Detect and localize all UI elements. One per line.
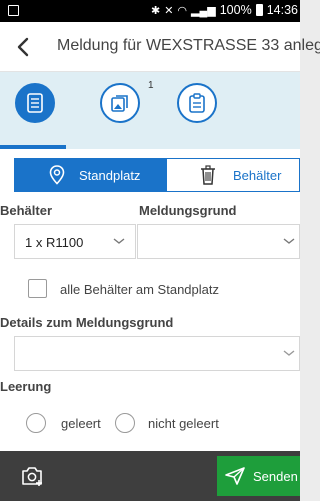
- app-bar: Meldung für WEXSTRASSE 33 anleg.: [0, 22, 320, 72]
- behaelter-select-value: 1 x R1100: [25, 235, 84, 250]
- form-content: Standplatz Behälter Behälter Meldungsgru…: [0, 149, 300, 451]
- leerung-label: Leerung: [0, 379, 52, 394]
- bluetooth-icon: ✱: [150, 4, 161, 17]
- alle-behaelter-checkbox[interactable]: [28, 279, 47, 298]
- send-button-label: Senden: [253, 469, 298, 484]
- tab-checklist[interactable]: [177, 83, 217, 123]
- segment-behaelter-label: Behälter: [233, 168, 282, 183]
- details-select[interactable]: [14, 336, 300, 371]
- behaelter-label: Behälter: [0, 203, 53, 218]
- wifi-icon: ◠: [177, 4, 188, 17]
- radio-geleert-label: geleert: [61, 416, 101, 431]
- chevron-down-icon: [113, 238, 125, 244]
- back-arrow-icon[interactable]: [12, 35, 36, 59]
- screenshot-notification-icon: [8, 5, 19, 16]
- radio-geleert[interactable]: [26, 413, 46, 433]
- send-button[interactable]: Senden: [217, 456, 300, 496]
- meldungsgrund-label: Meldungsgrund: [139, 203, 237, 218]
- signal-icon: ▂▄▆: [191, 4, 216, 17]
- photo-copy-icon: [111, 95, 128, 112]
- segment-standplatz[interactable]: Standplatz: [15, 159, 167, 191]
- tab-band: 1: [0, 72, 300, 149]
- clipboard-icon: [189, 93, 205, 113]
- bottom-bar: Senden: [0, 451, 300, 501]
- battery-icon: [255, 4, 263, 16]
- send-icon: [225, 467, 245, 485]
- segmented-control: Standplatz Behälter: [14, 158, 300, 192]
- segment-behaelter[interactable]: Behälter: [167, 159, 301, 191]
- chevron-down-icon: [283, 350, 295, 356]
- battery-percent: 100%: [219, 3, 252, 17]
- alle-behaelter-label: alle Behälter am Standplatz: [60, 282, 219, 297]
- photo-count-badge: 1: [148, 80, 154, 91]
- mute-icon: ✕: [164, 4, 174, 17]
- radio-nicht-geleert-label: nicht geleert: [148, 416, 219, 431]
- behaelter-select[interactable]: 1 x R1100: [14, 224, 136, 259]
- chevron-down-icon: [283, 238, 295, 244]
- tab-details[interactable]: [15, 83, 55, 123]
- clock: 14:36: [266, 3, 298, 17]
- tab-photos[interactable]: [100, 83, 140, 123]
- meldungsgrund-select[interactable]: [137, 224, 300, 259]
- details-label: Details zum Meldungsgrund: [0, 315, 174, 330]
- location-pin-icon: [49, 165, 65, 185]
- page-title: Meldung für WEXSTRASSE 33 anleg.: [57, 37, 320, 54]
- list-icon: [27, 93, 43, 113]
- status-bar: ✱ ✕ ◠ ▂▄▆ 100% 14:36: [0, 0, 300, 22]
- radio-nicht-geleert[interactable]: [115, 413, 135, 433]
- add-photo-icon[interactable]: [20, 465, 44, 487]
- segment-standplatz-label: Standplatz: [79, 168, 141, 183]
- trash-bin-icon: [201, 165, 215, 185]
